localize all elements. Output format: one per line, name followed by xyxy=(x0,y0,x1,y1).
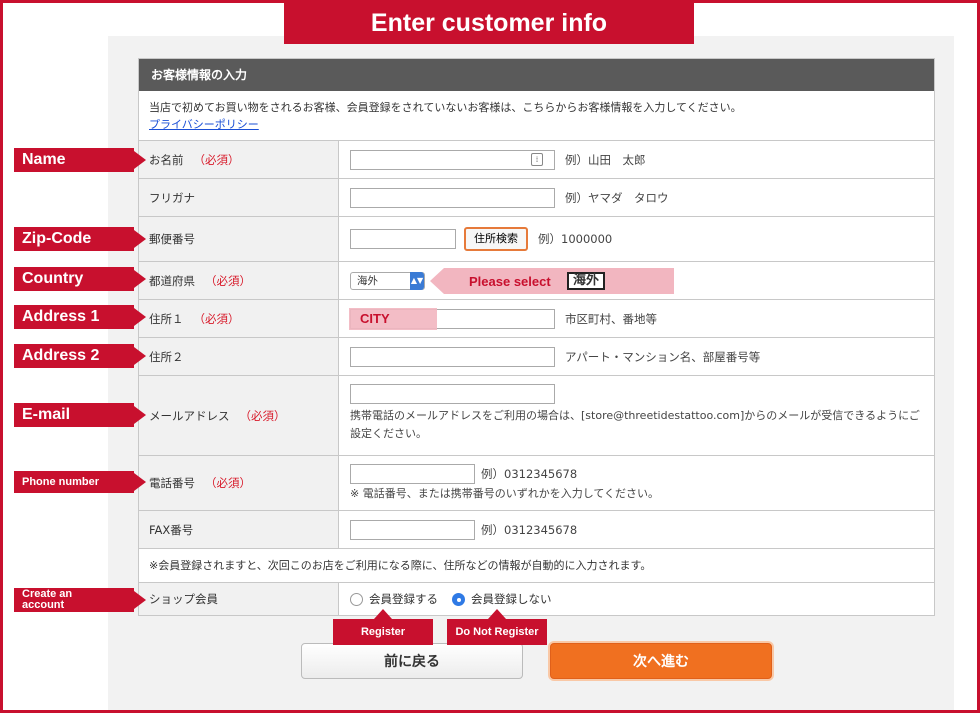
name-label: お名前 xyxy=(149,152,184,167)
address2-label-cell: 住所２ xyxy=(139,338,339,375)
email-label: メールアドレス xyxy=(149,408,230,423)
back-button[interactable]: 前に戻る xyxy=(301,643,523,679)
zip-example: 例）1000000 xyxy=(538,232,613,246)
furigana-label-cell: フリガナ xyxy=(139,179,339,216)
annotation-country: Country xyxy=(14,267,134,291)
row-name: お名前 （必須） ⁞ 例）山田 太郎 xyxy=(139,141,934,179)
city-text: CITY xyxy=(360,311,390,326)
name-value-cell: ⁞ 例）山田 太郎 xyxy=(339,141,934,178)
zip-input[interactable] xyxy=(350,229,456,249)
annotation-address1: Address 1 xyxy=(14,305,134,329)
row-phone: 電話番号 （必須） 例）0312345678 ※ 電話番号、または携帯番号のいず… xyxy=(139,456,934,511)
radio-register-circle[interactable] xyxy=(350,592,363,606)
privacy-policy-link[interactable]: プライバシーポリシー xyxy=(149,118,259,131)
email-note: 携帯電話のメールアドレスをご利用の場合は、[store@threetidesta… xyxy=(350,409,920,440)
prefecture-label-cell: 都道府県 （必須） xyxy=(139,262,339,299)
radio-no-register-label: 会員登録しない xyxy=(471,592,552,606)
phone-value-cell: 例）0312345678 ※ 電話番号、または携帯番号のいずれかを入力してくださ… xyxy=(339,456,934,510)
prefecture-select[interactable]: 海外 ▲▼ xyxy=(350,271,425,290)
radio-no-register[interactable]: 会員登録しない xyxy=(452,591,552,607)
annotation-address2: Address 2 xyxy=(14,344,134,368)
please-select-arrow xyxy=(430,268,444,294)
annotation-create-account-line2: account xyxy=(22,599,65,611)
fax-label: FAX番号 xyxy=(149,522,194,537)
row-address2: 住所２ アパート・マンション名、部屋番号等 xyxy=(139,338,934,376)
required-mark: （必須） xyxy=(205,273,251,288)
shop-member-label: ショップ会員 xyxy=(149,592,218,606)
radio-no-register-circle[interactable] xyxy=(452,592,465,606)
address2-example: アパート・マンション名、部屋番号等 xyxy=(565,349,761,364)
phone-input[interactable] xyxy=(350,464,475,484)
row-shop-member: ショップ会員 会員登録する 会員登録しない xyxy=(139,583,934,615)
next-button[interactable]: 次へ進む xyxy=(550,643,772,679)
shop-member-label-cell: ショップ会員 xyxy=(139,583,339,615)
phone-input-line: 例）0312345678 xyxy=(350,464,577,484)
furigana-value-cell: 例）ヤマダ タロウ xyxy=(339,179,934,216)
row-address1: 住所１ （必須） 市区町村、番地等 xyxy=(139,300,934,338)
name-label-cell: お名前 （必須） xyxy=(139,141,339,178)
zip-label-cell: 郵便番号 xyxy=(139,217,339,261)
member-registration-note: ※会員登録されますと、次回このお店をご利用になる際に、住所などの情報が自動的に入… xyxy=(139,549,934,583)
phone-note: ※ 電話番号、または携帯番号のいずれかを入力してください。 xyxy=(350,487,660,500)
keyboard-icon[interactable]: ⁞ xyxy=(531,152,543,166)
select-arrows-icon: ▲▼ xyxy=(410,271,424,290)
email-input[interactable] xyxy=(350,384,555,404)
address1-label-cell: 住所１ （必須） xyxy=(139,300,339,337)
customer-form: お客様情報の入力 当店で初めてお買い物をされるお客様、会員登録をされていないお客… xyxy=(138,58,935,616)
annotation-phone: Phone number xyxy=(14,471,134,493)
page-banner: Enter customer info xyxy=(284,3,694,44)
name-example: 例）山田 太郎 xyxy=(565,152,646,167)
fax-value-cell: 例）0312345678 xyxy=(339,511,934,548)
fax-example: 例）0312345678 xyxy=(481,522,578,537)
prefecture-selected: 海外 xyxy=(357,274,378,287)
furigana-label: フリガナ xyxy=(149,190,195,205)
required-mark: （必須） xyxy=(239,408,286,423)
form-intro: 当店で初めてお買い物をされるお客様、会員登録をされていないお客様は、こちらからお… xyxy=(139,91,934,141)
address1-example: 市区町村、番地等 xyxy=(565,311,657,326)
please-select-text: Please select xyxy=(469,274,551,289)
intro-text: 当店で初めてお買い物をされるお客様、会員登録をされていないお客様は、こちらからお… xyxy=(149,101,742,114)
row-zip: 郵便番号 住所検索 例）1000000 xyxy=(139,217,934,262)
email-label-cell: メールアドレス （必須） xyxy=(139,376,339,455)
annotation-register: Register xyxy=(333,619,433,645)
required-mark: （必須） xyxy=(205,476,251,490)
address2-label: 住所２ xyxy=(149,349,184,364)
fax-input[interactable] xyxy=(350,519,475,540)
annotation-zip: Zip-Code xyxy=(14,227,134,251)
annotation-create-account: Create an account xyxy=(14,588,134,612)
address2-value-cell: アパート・マンション名、部屋番号等 xyxy=(339,338,934,375)
row-email: メールアドレス （必須） 携帯電話のメールアドレスをご利用の場合は、[store… xyxy=(139,376,934,456)
required-mark: （必須） xyxy=(193,152,240,167)
prefecture-label: 都道府県 xyxy=(149,273,195,288)
address1-label: 住所１ xyxy=(149,311,184,326)
name-input[interactable] xyxy=(350,149,555,170)
furigana-input[interactable] xyxy=(350,187,555,208)
radio-register-label: 会員登録する xyxy=(369,592,438,606)
form-header: お客様情報の入力 xyxy=(139,59,934,91)
zip-value-cell: 住所検索 例）1000000 xyxy=(339,217,934,261)
fax-label-cell: FAX番号 xyxy=(139,511,339,548)
kaigai-box: 海外 xyxy=(567,272,605,290)
phone-example: 例）0312345678 xyxy=(481,467,578,481)
required-mark: （必須） xyxy=(193,311,240,326)
phone-label-cell: 電話番号 （必須） xyxy=(139,456,339,510)
address-search-button[interactable]: 住所検索 xyxy=(464,227,528,251)
zip-label: 郵便番号 xyxy=(149,232,195,246)
email-value-cell: 携帯電話のメールアドレスをご利用の場合は、[store@threetidesta… xyxy=(339,376,934,455)
name-input-wrap: ⁞ xyxy=(350,149,555,170)
row-fax: FAX番号 例）0312345678 xyxy=(139,511,934,549)
shop-member-value-cell: 会員登録する 会員登録しない xyxy=(339,583,934,615)
address2-input[interactable] xyxy=(350,346,555,367)
annotation-do-not-register: Do Not Register xyxy=(447,619,547,645)
annotation-email: E-mail xyxy=(14,403,134,427)
radio-register[interactable]: 会員登録する xyxy=(350,591,438,607)
phone-label: 電話番号 xyxy=(149,476,195,490)
annotation-name: Name xyxy=(14,148,134,172)
row-furigana: フリガナ 例）ヤマダ タロウ xyxy=(139,179,934,217)
furigana-example: 例）ヤマダ タロウ xyxy=(565,190,669,205)
